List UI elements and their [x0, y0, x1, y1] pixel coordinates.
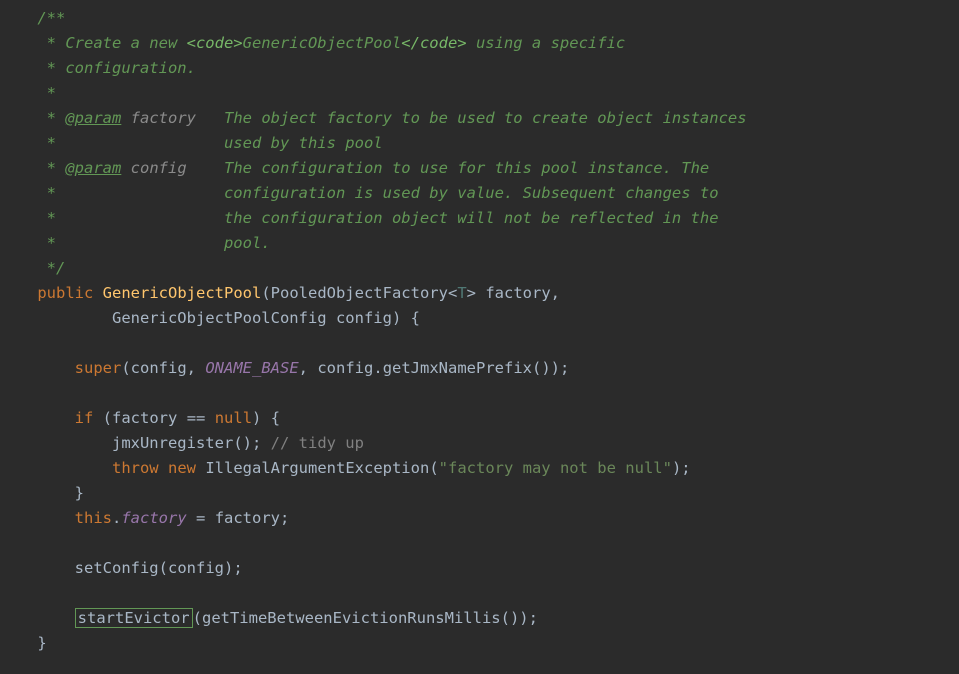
keyword-this: this — [75, 509, 112, 527]
code-line — [0, 534, 9, 552]
code-editor[interactable]: /** * Create a new <code>GenericObjectPo… — [0, 0, 959, 656]
code-line: startEvictor(getTimeBetweenEvictionRunsM… — [0, 608, 538, 628]
code-line: setConfig(config); — [0, 559, 243, 577]
code-line: public GenericObjectPool(PooledObjectFac… — [0, 284, 560, 302]
constructor-name: GenericObjectPool — [103, 284, 262, 302]
javadoc-line: * @param config The configuration to use… — [0, 159, 709, 177]
constant-oname: ONAME_BASE — [205, 359, 298, 377]
javadoc-param-name: factory — [131, 109, 196, 127]
highlighted-identifier[interactable]: startEvictor — [75, 608, 193, 628]
code-line: } — [0, 484, 84, 502]
javadoc-close: */ — [0, 259, 65, 277]
code-line: GenericObjectPoolConfig config) { — [0, 309, 420, 327]
code-line: jmxUnregister(); // tidy up — [0, 434, 364, 452]
javadoc-line: * @param factory The object factory to b… — [0, 109, 747, 127]
javadoc-line: * the configuration object will not be r… — [0, 209, 719, 227]
string-literal: "factory may not be null" — [439, 459, 672, 477]
javadoc-param-tag: @param — [65, 109, 121, 127]
javadoc-line: * — [0, 84, 56, 102]
keyword-new: new — [168, 459, 196, 477]
code-line: if (factory == null) { — [0, 409, 280, 427]
javadoc-line: * used by this pool — [0, 134, 383, 152]
javadoc-param-tag: @param — [65, 159, 121, 177]
javadoc-line: * configuration. — [0, 59, 196, 77]
javadoc-line: * configuration is used by value. Subseq… — [0, 184, 719, 202]
keyword-public: public — [37, 284, 93, 302]
code-line — [0, 384, 9, 402]
keyword-if: if — [75, 409, 94, 427]
code-line: } — [0, 634, 47, 652]
code-line: throw new IllegalArgumentException("fact… — [0, 459, 691, 477]
keyword-throw: throw — [112, 459, 159, 477]
code-line: this.factory = factory; — [0, 509, 289, 527]
code-line — [0, 334, 9, 352]
code-line: super(config, ONAME_BASE, config.getJmxN… — [0, 359, 569, 377]
code-line — [0, 584, 9, 602]
javadoc-open: /** — [0, 9, 65, 27]
javadoc-line: * Create a new <code>GenericObjectPool</… — [0, 34, 625, 52]
javadoc-line: * pool. — [0, 234, 271, 252]
javadoc-param-name: config — [131, 159, 187, 177]
keyword-super: super — [75, 359, 122, 377]
line-comment: // tidy up — [271, 434, 364, 452]
